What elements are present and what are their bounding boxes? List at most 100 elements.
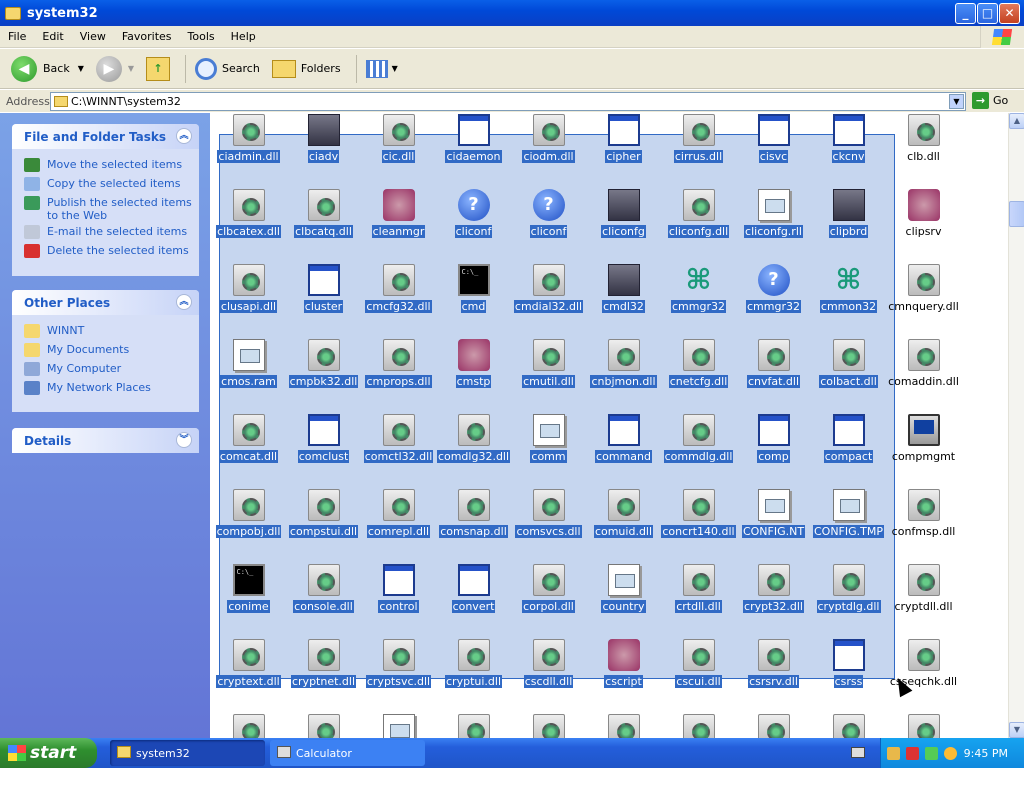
file-item[interactable]: cnbjmon.dll	[586, 339, 661, 414]
file-item[interactable]: cryptdll.dll	[886, 564, 961, 639]
place-item-1[interactable]: WINNT	[24, 324, 199, 340]
file-item[interactable]: crypt32.dll	[736, 564, 811, 639]
file-item[interactable]: ciadmin.dll	[211, 114, 286, 189]
menu-view[interactable]: View	[72, 30, 114, 43]
start-button[interactable]: start	[0, 738, 97, 768]
file-item[interactable]: cipher	[586, 114, 661, 189]
search-button[interactable]: Search	[192, 53, 263, 85]
file-item[interactable]: corpol.dll	[511, 564, 586, 639]
file-item[interactable]: ckcnv	[811, 114, 886, 189]
file-item[interactable]: ciadv	[286, 114, 361, 189]
file-item[interactable]: concrt140.dll	[661, 489, 736, 564]
file-item[interactable]: cmcfg32.dll	[361, 264, 436, 339]
menu-edit[interactable]: Edit	[34, 30, 71, 43]
file-item[interactable]: confmsp.dll	[886, 489, 961, 564]
maximize-button[interactable]: □	[977, 3, 998, 24]
task-item-4[interactable]: E-mail the selected items	[24, 225, 199, 241]
file-item[interactable]: comcat.dll	[211, 414, 286, 489]
file-item[interactable]: csrsrv.dll	[736, 639, 811, 714]
file-item[interactable]: ciodm.dll	[511, 114, 586, 189]
file-item[interactable]: cliconfg.dll	[661, 189, 736, 264]
file-item[interactable]: cmdl32	[586, 264, 661, 339]
task-item-3[interactable]: Publish the selected items to the Web	[24, 196, 199, 222]
file-item[interactable]: ? cmmgr32	[736, 264, 811, 339]
file-item[interactable]: cryptdlg.dll	[811, 564, 886, 639]
file-item[interactable]: clipbrd	[811, 189, 886, 264]
file-item[interactable]: cirrus.dll	[661, 114, 736, 189]
file-item[interactable]: cscdll.dll	[511, 639, 586, 714]
views-dropdown-icon[interactable]: ▼	[392, 64, 398, 73]
file-item[interactable]: compact	[811, 414, 886, 489]
taskbar-item-system32[interactable]: system32	[110, 740, 265, 766]
close-button[interactable]: ✕	[999, 3, 1020, 24]
file-item[interactable]: CONFIG.TMP	[811, 489, 886, 564]
file-item[interactable]: command	[586, 414, 661, 489]
task-item-2[interactable]: Copy the selected items	[24, 177, 199, 193]
file-item[interactable]: clipsrv	[886, 189, 961, 264]
file-item[interactable]: comaddin.dll	[886, 339, 961, 414]
file-item[interactable]: cmstp	[436, 339, 511, 414]
file-item[interactable]: cnvfat.dll	[736, 339, 811, 414]
file-item[interactable]: country	[586, 564, 661, 639]
up-button[interactable]: ↑	[143, 53, 173, 85]
file-item[interactable]: commdlg.dll	[661, 414, 736, 489]
file-item[interactable]: cluster	[286, 264, 361, 339]
collapse-icon[interactable]: ︽	[176, 128, 192, 144]
file-item[interactable]: comsnap.dll	[436, 489, 511, 564]
file-item[interactable]: cliconfg.rll	[736, 189, 811, 264]
task-item-1[interactable]: Move the selected items	[24, 158, 199, 174]
file-item[interactable]: compstui.dll	[286, 489, 361, 564]
file-item[interactable]: cmos.ram	[211, 339, 286, 414]
file-item[interactable]: csseqchk.dll	[886, 639, 961, 714]
folders-button[interactable]: Folders	[269, 53, 344, 85]
address-input[interactable]: C:\WINNT\system32 ▼	[50, 92, 966, 111]
file-item[interactable]: clbcatq.dll	[286, 189, 361, 264]
tray-app-icon[interactable]	[887, 746, 900, 760]
address-dropdown-icon[interactable]: ▼	[949, 94, 964, 109]
file-item[interactable]: comclust	[286, 414, 361, 489]
file-item[interactable]: cryptext.dll	[211, 639, 286, 714]
security-shield-icon[interactable]	[906, 746, 919, 760]
file-item[interactable]: comp	[736, 414, 811, 489]
place-item-4[interactable]: My Network Places	[24, 381, 199, 397]
scroll-thumb[interactable]	[1009, 201, 1024, 227]
menu-favorites[interactable]: Favorites	[114, 30, 180, 43]
file-item[interactable]: clbcatex.dll	[211, 189, 286, 264]
file-item[interactable]: ⌘ cmmgr32	[661, 264, 736, 339]
file-item[interactable]: cmpbk32.dll	[286, 339, 361, 414]
file-folder-tasks-header[interactable]: File and Folder Tasks ︽	[12, 124, 199, 149]
vertical-scrollbar[interactable]: ▲ ▼	[1008, 113, 1024, 738]
file-item[interactable]: cisvc	[736, 114, 811, 189]
file-item[interactable]: cmutil.dll	[511, 339, 586, 414]
file-item[interactable]: ? cliconf	[511, 189, 586, 264]
file-item[interactable]: CONFIG.NT	[736, 489, 811, 564]
file-item[interactable]: crtdll.dll	[661, 564, 736, 639]
file-item[interactable]: comuid.dll	[586, 489, 661, 564]
file-item[interactable]: cmdial32.dll	[511, 264, 586, 339]
file-item[interactable]: comm	[511, 414, 586, 489]
file-item[interactable]: convert	[436, 564, 511, 639]
file-item[interactable]: clusapi.dll	[211, 264, 286, 339]
file-item[interactable]: cscript	[586, 639, 661, 714]
file-item[interactable]: cmprops.dll	[361, 339, 436, 414]
collapse-icon[interactable]: ︽	[176, 294, 192, 310]
menu-file[interactable]: File	[0, 30, 34, 43]
taskbar-item-calculator[interactable]: Calculator	[270, 740, 425, 766]
file-item[interactable]: cryptui.dll	[436, 639, 511, 714]
file-item[interactable]: cryptsvc.dll	[361, 639, 436, 714]
file-item[interactable]: cscui.dll	[661, 639, 736, 714]
network-icon[interactable]	[925, 746, 938, 760]
file-item[interactable]: cmnquery.dll	[886, 264, 961, 339]
file-item[interactable]: ⌘ cmmon32	[811, 264, 886, 339]
file-item[interactable]: comdlg32.dll	[436, 414, 511, 489]
views-button[interactable]: ▼	[363, 53, 401, 85]
back-button[interactable]: ◀ Back ▼	[8, 53, 87, 85]
file-item[interactable]: C:\_ cmd	[436, 264, 511, 339]
menu-tools[interactable]: Tools	[180, 30, 223, 43]
file-item[interactable]: cryptnet.dll	[286, 639, 361, 714]
details-header[interactable]: Details ︾	[12, 428, 199, 453]
file-item[interactable]: cliconfg	[586, 189, 661, 264]
back-dropdown-icon[interactable]: ▼	[78, 64, 84, 73]
file-item[interactable]: C:\_ conime	[211, 564, 286, 639]
search-tray-icon[interactable]	[944, 746, 957, 760]
